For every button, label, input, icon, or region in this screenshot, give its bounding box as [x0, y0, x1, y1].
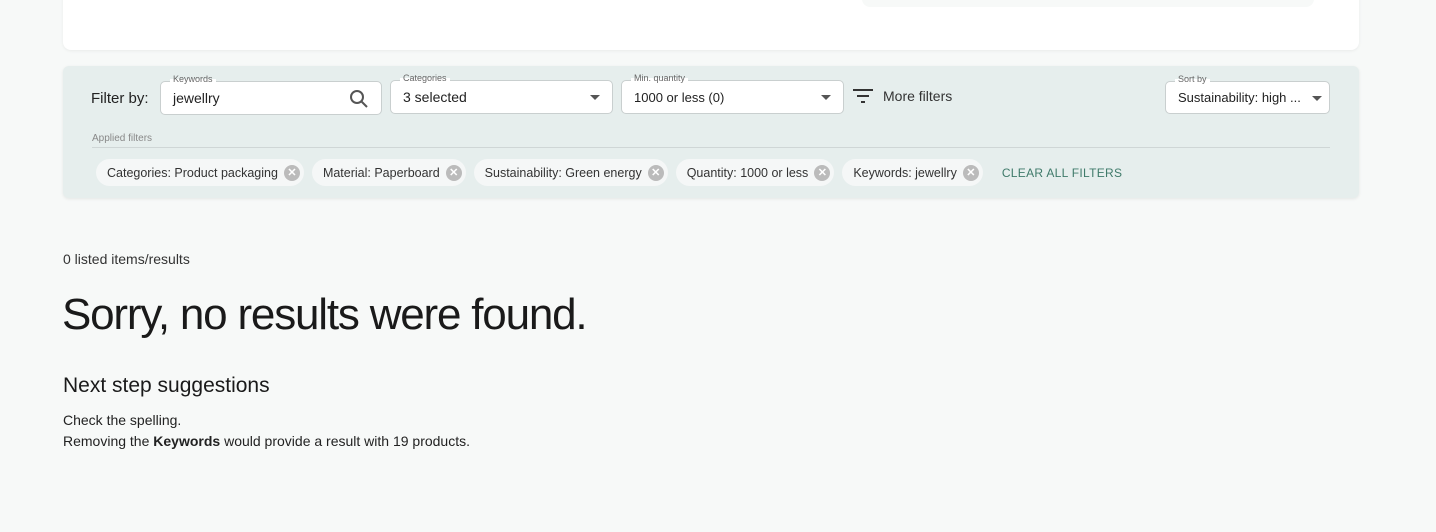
suggestions-title: Next step suggestions: [63, 374, 270, 397]
chip-label: Material: Paperboard: [322, 165, 440, 180]
remove-icon[interactable]: ✕: [814, 164, 831, 181]
filter-panel: Filter by: Keywords jewellry Categories …: [63, 66, 1359, 198]
no-results-heading: Sorry, no results were found.: [62, 290, 588, 339]
keywords-label: Keywords: [170, 74, 216, 84]
chip-label: Sustainability: Green energy: [484, 165, 642, 180]
results-count: 0 listed items/results: [63, 251, 190, 267]
top-card-inner: [862, 0, 1314, 7]
clear-all-filters-button[interactable]: CLEAR ALL FILTERS: [1002, 166, 1122, 180]
filter-chip: Material: Paperboard ✕: [311, 159, 466, 186]
chip-label: Categories: Product packaging: [107, 165, 278, 180]
remove-icon[interactable]: ✕: [445, 164, 462, 181]
categories-label: Categories: [400, 73, 450, 83]
chevron-down-icon: [1312, 96, 1322, 101]
more-filters-label: More filters: [883, 88, 953, 104]
suggestion-spelling: Check the spelling.: [63, 412, 182, 428]
remove-icon[interactable]: ✕: [283, 164, 300, 181]
sort-value: Sustainability: high ...: [1178, 90, 1301, 105]
keywords-value: jewellry: [173, 90, 220, 106]
sort-label: Sort by: [1175, 74, 1210, 84]
applied-filters-label: Applied filters: [92, 133, 153, 144]
top-card: [63, 0, 1359, 50]
filter-chip: Categories: Product packaging ✕: [96, 159, 304, 186]
filter-by-label: Filter by:: [91, 90, 149, 107]
filter-chip: Sustainability: Green energy ✕: [473, 159, 668, 186]
chevron-down-icon: [821, 95, 831, 100]
min-quantity-label: Min. quantity: [631, 73, 689, 83]
keywords-emphasis: Keywords: [153, 433, 221, 449]
filter-icon: [853, 89, 873, 103]
filter-chip: Keywords: jewellry ✕: [842, 159, 983, 186]
sort-select[interactable]: Sort by Sustainability: high ...: [1165, 74, 1330, 114]
keywords-input[interactable]: Keywords jewellry: [160, 74, 382, 115]
applied-filter-chips: Categories: Product packaging ✕ Material:…: [96, 159, 1122, 186]
text: Removing the: [63, 433, 154, 449]
min-quantity-select[interactable]: Min. quantity 1000 or less (0): [621, 73, 844, 114]
chip-label: Quantity: 1000 or less: [686, 165, 809, 180]
more-filters-button[interactable]: More filters: [853, 88, 952, 104]
search-icon[interactable]: [349, 89, 369, 109]
chip-label: Keywords: jewellry: [853, 165, 957, 180]
categories-value: 3 selected: [403, 89, 467, 105]
remove-icon[interactable]: ✕: [647, 164, 664, 181]
categories-select[interactable]: Categories 3 selected: [390, 73, 613, 114]
filter-chip: Quantity: 1000 or less ✕: [675, 159, 835, 186]
chevron-down-icon: [590, 95, 600, 100]
divider: [92, 147, 1330, 148]
min-quantity-value: 1000 or less (0): [634, 90, 725, 105]
remove-icon[interactable]: ✕: [962, 164, 979, 181]
text: would provide a result with 19 products.: [220, 433, 471, 449]
suggestion-remove-keywords: Removing the Keywords would provide a re…: [63, 433, 470, 449]
